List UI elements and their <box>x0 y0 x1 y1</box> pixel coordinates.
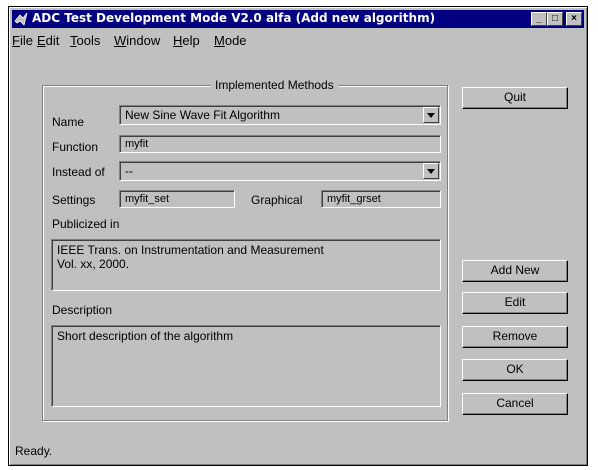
function-field[interactable]: myfit <box>119 135 441 153</box>
quit-button[interactable]: Quit <box>462 87 568 109</box>
menu-mode[interactable]: Mode <box>214 33 247 48</box>
title-bar[interactable]: ADC Test Development Mode V2.0 alfa (Add… <box>12 10 584 28</box>
description-text: Short description of the algorithm <box>57 329 234 343</box>
menu-file[interactable]: File <box>12 33 33 48</box>
window-title: ADC Test Development Mode V2.0 alfa (Add… <box>32 11 436 25</box>
remove-button[interactable]: Remove <box>462 326 568 348</box>
description-textarea[interactable]: Short description of the algorithm <box>51 325 441 407</box>
matlab-icon <box>14 12 28 26</box>
insteadof-label: Instead of <box>52 165 105 179</box>
function-label: Function <box>52 140 99 154</box>
publicized-label: Publicized in <box>52 217 120 231</box>
status-bar: Ready. <box>15 444 53 458</box>
chevron-down-icon[interactable] <box>423 107 439 123</box>
cancel-button[interactable]: Cancel <box>462 393 568 415</box>
app-window: ADC Test Development Mode V2.0 alfa (Add… <box>8 6 588 466</box>
graphical-label: Graphical <box>251 193 303 207</box>
settings-field[interactable]: myfit_set <box>119 190 235 208</box>
description-label: Description <box>52 303 113 317</box>
name-select-value: New Sine Wave Fit Algorithm <box>125 108 280 122</box>
settings-label: Settings <box>52 193 96 207</box>
publicized-line-2: Vol. xx, 2000. <box>57 257 130 271</box>
insteadof-select[interactable]: -- <box>119 161 441 181</box>
insteadof-select-value: -- <box>125 164 133 178</box>
chevron-down-icon[interactable] <box>423 163 439 179</box>
edit-button[interactable]: Edit <box>462 292 568 314</box>
graphical-field[interactable]: myfit_grset <box>321 190 441 208</box>
name-select[interactable]: New Sine Wave Fit Algorithm <box>119 105 441 125</box>
group-title: Implemented Methods <box>211 78 338 92</box>
menu-window[interactable]: Window <box>114 33 160 48</box>
add-new-button[interactable]: Add New <box>462 260 568 282</box>
maximize-icon[interactable]: □ <box>547 12 563 26</box>
menu-help[interactable]: Help <box>173 33 200 48</box>
minimize-icon[interactable]: _ <box>531 12 547 26</box>
menu-tools[interactable]: Tools <box>70 33 100 48</box>
ok-button[interactable]: OK <box>462 359 568 381</box>
publicized-line-1: IEEE Trans. on Instrumentation and Measu… <box>57 243 324 257</box>
close-icon[interactable]: × <box>566 12 582 26</box>
menu-edit[interactable]: Edit <box>37 33 59 48</box>
menu-bar: File Edit Tools Window Help Mode <box>12 31 584 51</box>
name-label: Name <box>52 115 85 129</box>
publicized-textarea[interactable]: IEEE Trans. on Instrumentation and Measu… <box>51 239 441 291</box>
